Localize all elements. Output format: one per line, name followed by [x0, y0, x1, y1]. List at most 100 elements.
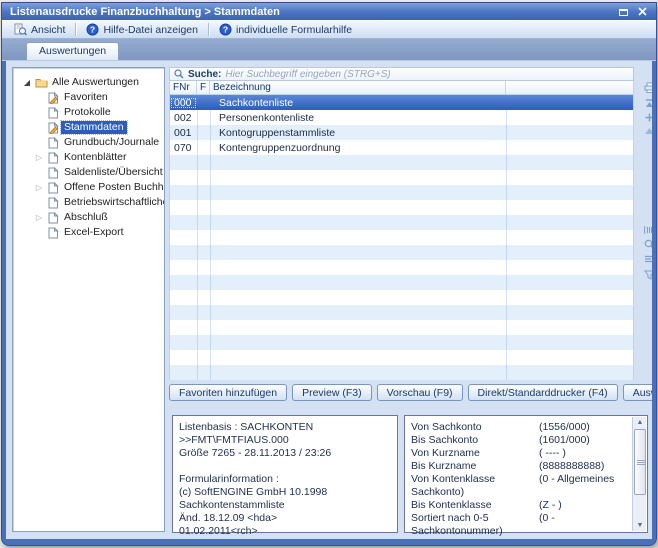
table-row[interactable]: 070 Kontengruppenzuordnung	[170, 140, 633, 155]
expand-plus-icon[interactable]	[643, 111, 652, 124]
toolbar: Ansicht ? Hilfe-Datei anzeigen ? individ…	[2, 20, 656, 39]
expand-arrow-icon[interactable]: ▷	[33, 213, 45, 222]
row-fnr: 070	[170, 142, 197, 154]
param-label: Bis Kontenklasse	[411, 499, 539, 512]
column-separator	[210, 95, 211, 380]
columns-icon[interactable]	[643, 223, 652, 236]
param-label: Von Kurzname	[411, 447, 539, 460]
tree-item-saldenliste[interactable]: Saldenliste/Übersicht	[13, 165, 164, 180]
search-bar[interactable]: Suche: Hier Suchbegriff eingeben (STRG+S…	[169, 67, 634, 81]
info-line: Größe 7265 - 28.11.2013 / 23:26	[179, 447, 391, 460]
tree-item-kontenblaetter[interactable]: ▷ Kontenblätter	[13, 150, 164, 165]
column-header-blank[interactable]	[506, 81, 633, 94]
tree-item-grundbuch-journale[interactable]: Grundbuch/Journale	[13, 135, 164, 150]
tree-item-alle-auswertungen[interactable]: ◢ Alle Auswertungen	[13, 75, 164, 90]
title-bar[interactable]: Listenausdrucke Finanzbuchhaltung > Stam…	[2, 3, 656, 20]
toolbar-separator	[208, 23, 209, 36]
row-fnr: 001	[170, 127, 197, 139]
page-icon	[45, 137, 61, 149]
triangle-up-icon[interactable]	[643, 124, 652, 137]
search-list-icon[interactable]	[643, 238, 652, 251]
formularhilfe-button[interactable]: ? individuelle Formularhilfe	[212, 21, 359, 38]
param-value: (1601/000)	[539, 434, 590, 446]
expand-arrow-icon[interactable]: ▷	[33, 183, 45, 192]
restore-icon	[618, 7, 629, 17]
column-header-bezeichnung[interactable]: Bezeichnung	[210, 81, 506, 94]
empty-rows	[170, 155, 633, 380]
table-row[interactable]: 000 Sachkontenliste	[170, 95, 633, 110]
page-icon	[45, 212, 61, 224]
search-icon	[174, 69, 184, 79]
info-line: Sachkontenstammliste	[179, 499, 391, 512]
app-window: Listenausdrucke Finanzbuchhaltung > Stam…	[1, 2, 657, 546]
table-row[interactable]: 002 Personenkontenliste	[170, 110, 633, 125]
preview-button[interactable]: Preview (F3)	[292, 384, 372, 401]
search-placeholder: Hier Suchbegriff eingeben (STRG+S)	[225, 69, 390, 80]
column-separator	[506, 95, 507, 380]
auswertung-drucken-button[interactable]: Auswertung drucken	[623, 384, 652, 401]
preview-page-icon	[13, 23, 27, 36]
scroll-top-icon[interactable]	[643, 97, 652, 110]
scrollbar-thumb[interactable]	[634, 429, 646, 495]
param-label: Bis Sachkonto	[411, 434, 539, 447]
hilfe-datei-button[interactable]: ? Hilfe-Datei anzeigen	[79, 21, 205, 38]
param-row: Sortiert nach 0-5(0 - Sachkontonummer)	[411, 512, 629, 538]
tree-item-protokolle[interactable]: Protokolle	[13, 105, 164, 120]
scroll-up-icon[interactable]: ▲	[634, 417, 646, 428]
tree-item-favoriten[interactable]: Favoriten	[13, 90, 164, 105]
row-fnr: 000	[170, 97, 197, 109]
param-label: Von Sachkonto	[411, 421, 539, 434]
vorschau-button[interactable]: Vorschau (F9)	[377, 384, 463, 401]
param-label: Bis Kurzname	[411, 460, 539, 473]
favoriten-hinzufuegen-button[interactable]: Favoriten hinzufügen	[169, 384, 287, 401]
table-row[interactable]: 001 Kontogruppenstammliste	[170, 125, 633, 140]
tree-item-betriebswirtschaftliche[interactable]: Betriebswirtschaftliche Auswertungen	[13, 195, 164, 210]
info-line: Formularinformation :	[179, 473, 391, 486]
param-row: Von Sachkonto(1556/000)	[411, 421, 629, 434]
toolbar-separator	[75, 23, 76, 36]
tree-item-offene-posten[interactable]: ▷ Offene Posten Buchhaltung	[13, 180, 164, 195]
info-line: 01.02.2011<rch>	[179, 525, 391, 538]
column-header-f[interactable]: F	[197, 81, 210, 94]
ansicht-label: Ansicht	[31, 24, 65, 36]
svg-text:?: ?	[223, 25, 228, 35]
window-title: Listenausdrucke Finanzbuchhaltung > Stam…	[10, 6, 612, 18]
help-icon: ?	[219, 23, 232, 36]
param-row: Bis Sachkonto(1601/000)	[411, 434, 629, 447]
column-separator	[197, 95, 198, 380]
row-bezeichnung: Kontogruppenstammliste	[210, 127, 506, 139]
content-area: ◢ Alle Auswertungen Favoriten Protokolle…	[6, 61, 652, 539]
table-header: FNr F Bezeichnung	[169, 81, 634, 95]
parameter-info-panel: Von Sachkonto(1556/000) Bis Sachkonto(16…	[404, 415, 648, 533]
info-line: >>FMT\FMTFIAUS.000	[179, 434, 391, 447]
row-bezeichnung: Personenkontenliste	[210, 112, 506, 124]
tree-item-excel-export[interactable]: Excel-Export	[13, 225, 164, 240]
text-view-icon[interactable]	[643, 253, 652, 266]
param-value: (Z - )	[539, 499, 562, 511]
tree-item-stammdaten[interactable]: Stammdaten	[13, 120, 164, 135]
param-row: Von Kontenklasse(0 - Allgemeines Sachkon…	[411, 473, 629, 499]
restore-button[interactable]	[616, 5, 631, 18]
direkt-standarddrucker-button[interactable]: Direkt/Standarddrucker (F4)	[468, 384, 618, 401]
svg-text:?: ?	[90, 25, 95, 35]
row-fnr: 002	[170, 112, 197, 124]
tab-auswertungen[interactable]: Auswertungen	[26, 42, 119, 60]
param-value: ( ---- )	[539, 447, 566, 459]
listenbasis-info-panel: Listenbasis : SACHKONTEN >>FMT\FMTFIAUS.…	[172, 415, 398, 533]
folder-icon	[33, 77, 49, 88]
expand-arrow-icon[interactable]: ▷	[33, 153, 45, 162]
tree-item-abschluss[interactable]: ▷ Abschluß	[13, 210, 164, 225]
tab-strip: Auswertungen	[2, 39, 656, 61]
scroll-down-icon[interactable]: ▼	[634, 520, 646, 531]
scrollbar[interactable]: ▲ ▼	[632, 417, 646, 531]
info-line: (c) SoftENGINE GmbH 10.1998	[179, 486, 391, 499]
close-button[interactable]	[635, 5, 650, 18]
formularhilfe-label: individuelle Formularhilfe	[236, 24, 352, 36]
print-list-icon[interactable]	[643, 81, 652, 94]
column-header-fnr[interactable]: FNr	[170, 81, 197, 94]
page-icon	[45, 167, 61, 179]
ansicht-button[interactable]: Ansicht	[6, 21, 72, 38]
help-icon: ?	[86, 23, 99, 36]
collapse-arrow-icon[interactable]: ◢	[21, 78, 33, 87]
filter-icon[interactable]	[643, 268, 652, 281]
